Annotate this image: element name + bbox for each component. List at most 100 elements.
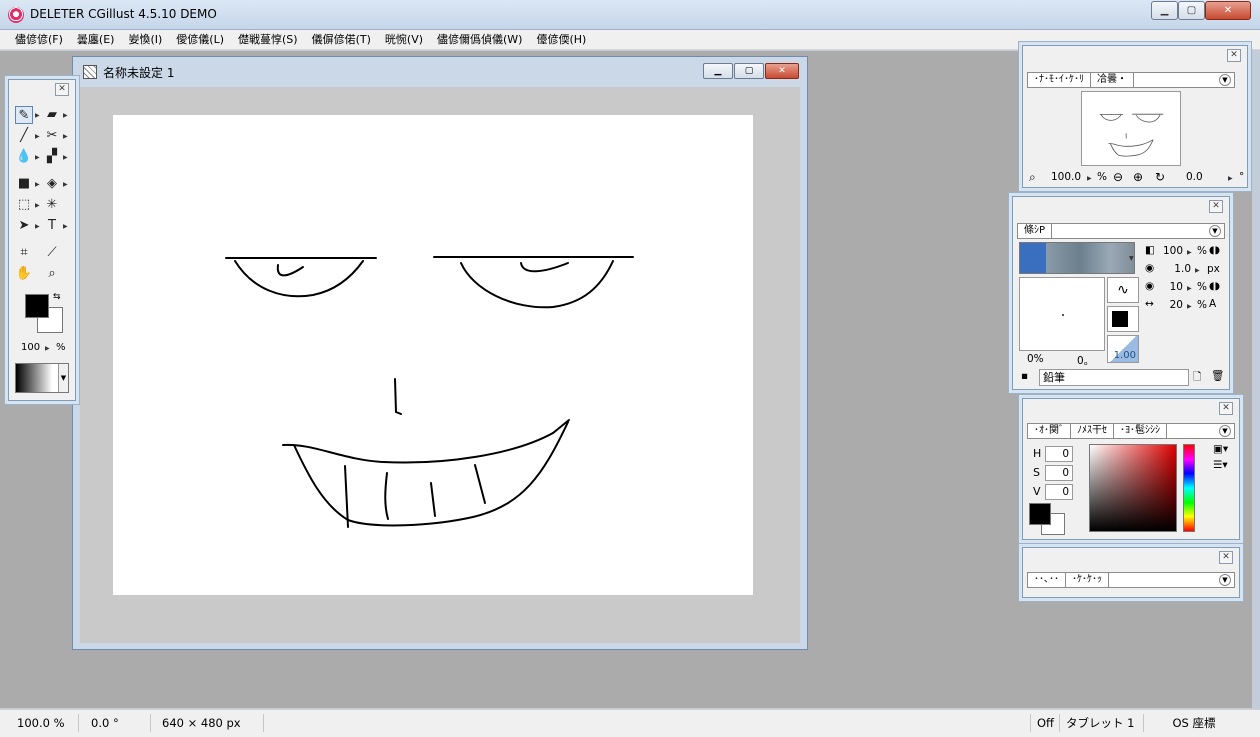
zoom-tool-icon[interactable]: ⌕ [43,265,61,283]
brush-preview [1019,277,1105,351]
tab-swatches[interactable]: ﾉﾒｽ干ｾ [1071,424,1114,438]
navigator-thumbnail[interactable] [1081,91,1181,166]
zoom-in-icon[interactable]: ⊕ [1133,170,1143,184]
brush-spacing-unit: % [1197,299,1207,311]
tab-sketch[interactable]: ･ｹ･ｹ･ｯ [1066,573,1109,587]
toolbox-close-button[interactable]: ✕ [55,83,69,96]
chevron-down-icon[interactable]: ▼ [1219,425,1231,437]
hand-tool-icon[interactable]: ✋ [15,265,33,283]
color-mode-icon[interactable]: ▣▾ [1213,443,1228,455]
fill-tool-icon[interactable]: ◈ [43,175,61,193]
brush-tool-icon[interactable]: ╱ [15,127,33,145]
menu-edit[interactable]: 曇廛(E) [70,31,122,49]
eyedropper-tool-icon[interactable]: ⟋ [43,244,61,262]
menu-layer[interactable]: 僾偐儀(L) [169,31,231,49]
swap-colors-icon[interactable]: ⇆ [53,292,61,302]
s-field[interactable]: 0 [1045,465,1073,481]
hue-slider[interactable] [1183,444,1195,532]
gradient-tool-icon[interactable]: ■ [15,175,33,193]
water-tool-icon[interactable]: 💧 [15,148,33,166]
brush-color-selector[interactable] [1107,306,1139,332]
tab-mixer[interactable]: ･ﾖ･髢ｼｼｼ [1114,424,1167,438]
airbrush-tool-icon[interactable]: ✂ [43,127,61,145]
menu-file[interactable]: 儘偐偐(F) [8,31,70,49]
brush-shape-selector[interactable]: ∿ [1107,277,1139,303]
saturation-value-field[interactable] [1089,444,1177,532]
foreground-color-swatch[interactable] [25,294,49,318]
close-button[interactable]: ✕ [1205,1,1251,20]
tab-brush[interactable]: 條ｼP [1018,224,1053,238]
brush-roundness-value[interactable]: 0。 [1077,353,1094,368]
tab-navigator[interactable]: ･ﾅ･ﾓ･ｲ･ｹ･ﾘ [1028,73,1091,87]
pressure-opacity-icon[interactable]: ◖◗ [1209,244,1220,256]
brush-density-unit: % [1197,281,1207,293]
layer-palette: ✕ ･･､･･ ･ｹ･ｹ･ｯ ▼ [1022,547,1240,598]
status-canvas-size: 640 × 480 px [156,714,264,732]
rotate-icon[interactable]: ↻ [1155,170,1165,184]
thumbnail-drawing [1099,113,1164,157]
v-field[interactable]: 0 [1045,484,1073,500]
tab-color[interactable]: ･ｵ･関ﾞ [1028,424,1071,438]
brush-type-icon: ▪ [1021,370,1029,382]
h-field[interactable]: 0 [1045,446,1073,462]
chevron-down-icon[interactable]: ▼ [1219,74,1231,86]
zoom-icon[interactable]: ⌕ [1029,170,1036,185]
chevron-down-icon[interactable]: ▼ [58,364,68,392]
navigator-zoom-unit: % [1097,171,1107,183]
chevron-down-icon[interactable]: ▼ [1219,574,1231,586]
pencil-tool-icon[interactable]: ✎ [15,106,33,124]
brush-spacing-value[interactable]: 20 [1143,299,1183,311]
navigator-rotation-value[interactable]: 0.0 [1186,171,1203,183]
doc-maximize-button[interactable]: ▢ [734,63,764,79]
brush-density-box[interactable]: 1.00 [1107,335,1139,363]
chevron-down-icon[interactable]: ▼ [1209,225,1221,237]
color-palette: ✕ ･ｵ･関ﾞ ﾉﾒｽ干ｾ ･ﾖ･髢ｼｼｼ ▼ H 0 S 0 V 0 ▣▾ ☰▾ [1022,398,1240,540]
tab-layer[interactable]: ･･､･･ [1028,573,1066,587]
tab-info[interactable]: 冾曇・ [1091,73,1134,87]
zoom-out-icon[interactable]: ⊖ [1113,170,1123,184]
color-tabs: ･ｵ･関ﾞ ﾉﾒｽ干ｾ ･ﾖ･髢ｼｼｼ ▼ [1027,423,1235,439]
text-aa-icon[interactable]: A [1209,298,1216,310]
new-brush-icon[interactable]: 🗋 [1193,369,1201,387]
menu-help[interactable]: 儓偐偄(H) [529,31,593,49]
move-tool-icon[interactable]: ➤ [15,217,33,235]
layer-close-button[interactable]: ✕ [1219,551,1233,564]
menu-image[interactable]: 妛愌(I) [121,31,169,49]
crop-tool-icon[interactable]: ⌗ [15,244,33,262]
doc-minimize-button[interactable]: ▁ [703,63,733,79]
h-label: H [1033,447,1042,460]
selection-tool-icon[interactable]: ⬚ [15,196,33,214]
brush-presets-strip[interactable] [1019,242,1135,274]
trash-icon[interactable]: 🗑 [1211,369,1224,382]
navigator-zoom-value[interactable]: 100.0 [1051,171,1081,183]
tool-opacity-value[interactable]: 100 [21,342,40,353]
eraser-tool-icon[interactable]: ▰ [43,106,61,124]
brush-close-button[interactable]: ✕ [1209,200,1223,213]
navigator-palette: ✕ ･ﾅ･ﾓ･ｲ･ｹ･ﾘ 冾曇・ ▼ ⌕ 100.0 ▶ % ⊖ ⊕ ↻ 0.0 … [1022,45,1248,188]
menu-select[interactable]: 儊戦蔓惇(S) [231,31,305,49]
brush-opacity-value[interactable]: 100 [1143,245,1183,257]
maximize-button[interactable]: ▢ [1178,1,1205,20]
v-label: V [1033,485,1041,498]
menu-window[interactable]: 儘偐儞僞偵儀(W) [430,31,529,49]
minimize-button[interactable]: ▁ [1151,1,1178,20]
canvas-area[interactable] [80,87,800,643]
status-coordinates: OS 座標 [1172,716,1216,730]
brush-angle-value[interactable]: 0% [1027,353,1044,365]
menu-tool[interactable]: 儀偋偐偌(T) [305,31,378,49]
drawing-canvas[interactable] [113,115,753,595]
color-close-button[interactable]: ✕ [1219,402,1233,415]
brush-size-value[interactable]: 1.0 [1151,263,1191,275]
color-foreground-swatch[interactable] [1029,503,1051,525]
text-tool-icon[interactable]: T [43,217,61,235]
marker-tool-icon[interactable]: ▞ [43,148,61,166]
doc-close-button[interactable]: ✕ [765,63,799,79]
navigator-close-button[interactable]: ✕ [1227,49,1241,62]
pressure-density-icon[interactable]: ◖◗ [1209,280,1220,292]
color-menu-icon[interactable]: ☰▾ [1213,459,1228,471]
brush-name-field[interactable]: 鉛筆 [1039,369,1189,386]
brush-density-value[interactable]: 10 [1143,281,1183,293]
gradient-selector[interactable]: ▼ [15,363,69,393]
menu-view[interactable]: 晄惋(V) [378,31,430,49]
magic-wand-tool-icon[interactable]: ✳ [43,196,61,214]
